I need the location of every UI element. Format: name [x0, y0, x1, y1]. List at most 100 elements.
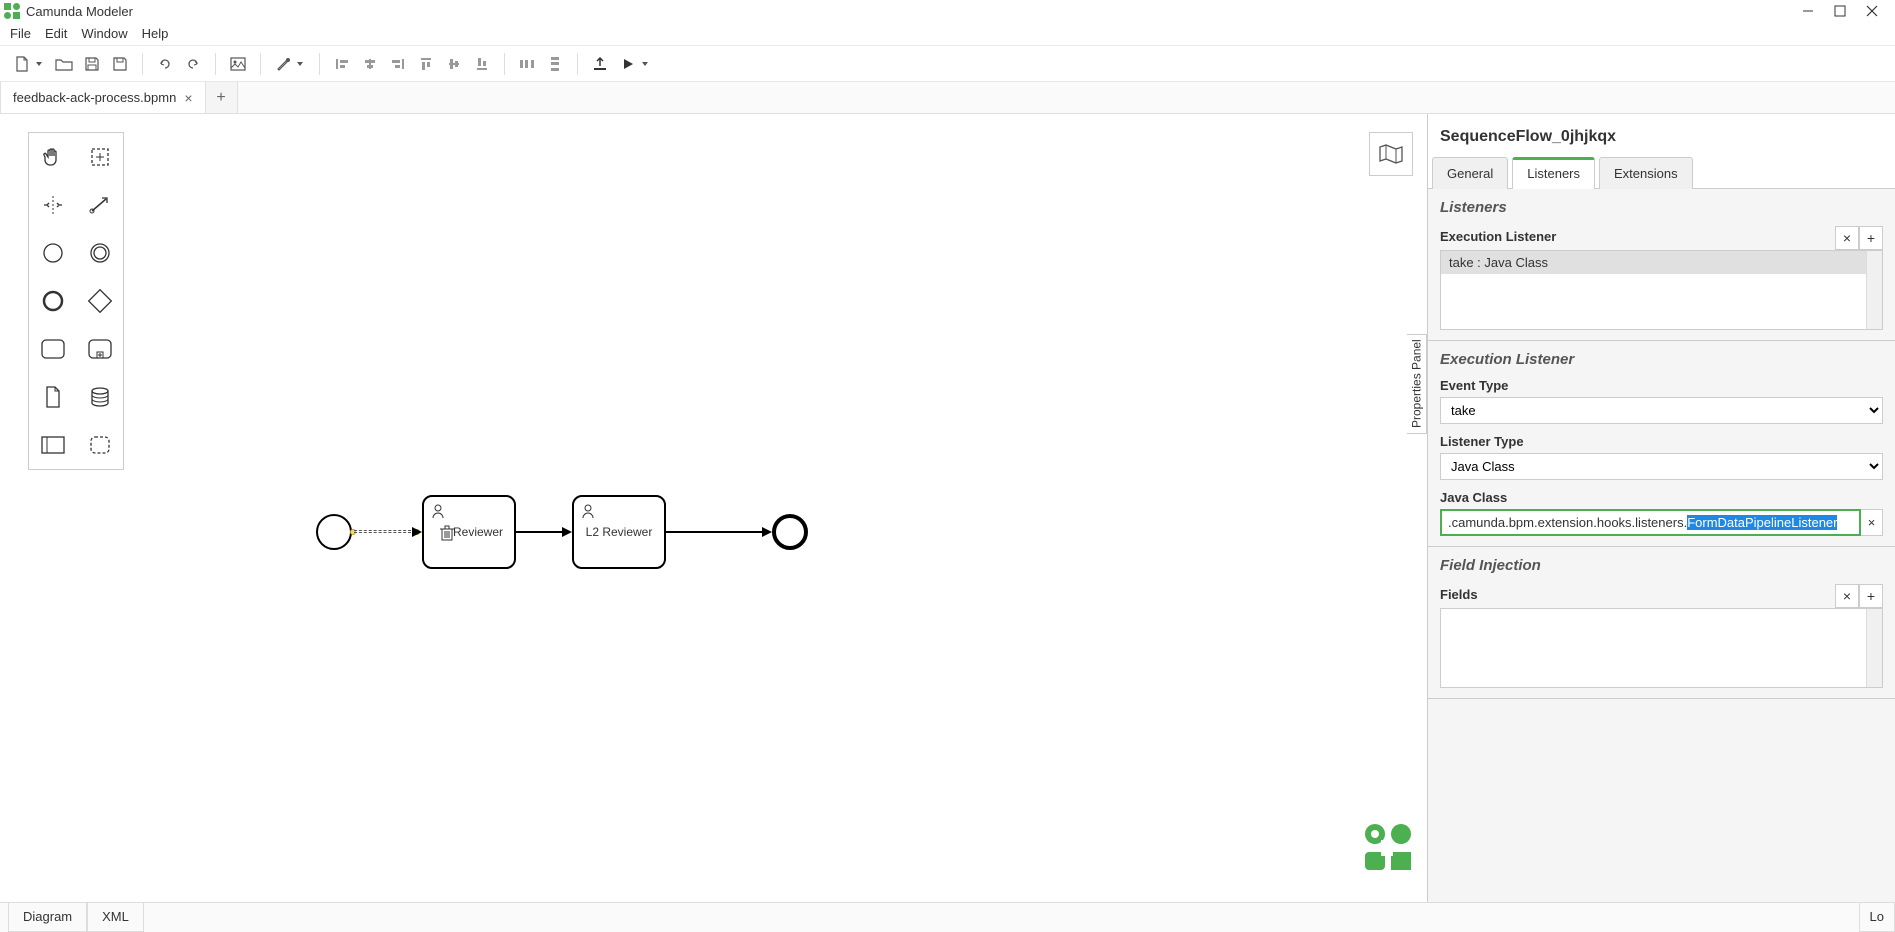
align-top-button[interactable] [414, 52, 438, 76]
section-title: Field Injection [1440, 557, 1883, 574]
hand-tool[interactable] [29, 133, 76, 181]
event-type-label: Event Type [1440, 378, 1883, 393]
lasso-tool[interactable] [76, 133, 123, 181]
sequence-flow[interactable] [666, 531, 766, 533]
new-file-button[interactable] [10, 52, 34, 76]
section-execution-listener: Execution Listener Event Type take Liste… [1428, 341, 1895, 547]
props-tabs: General Listeners Extensions [1428, 156, 1895, 189]
toolbar [0, 46, 1895, 82]
task-reviewer[interactable]: Reviewer [422, 495, 516, 569]
start-event[interactable] [316, 514, 352, 550]
fields-list[interactable] [1440, 608, 1883, 688]
task-l2-reviewer[interactable]: L2 Reviewer [572, 495, 666, 569]
align-center-button[interactable] [358, 52, 382, 76]
image-button[interactable] [226, 52, 250, 76]
minimap-button[interactable] [1369, 132, 1413, 176]
open-button[interactable] [52, 52, 76, 76]
add-listener-button[interactable]: + [1859, 226, 1883, 250]
arrow-icon [412, 527, 422, 537]
sequence-flow[interactable] [516, 531, 566, 533]
task-label: Reviewer [453, 525, 503, 539]
minimize-button[interactable] [1801, 4, 1815, 18]
add-field-button[interactable]: + [1859, 584, 1883, 608]
java-class-label: Java Class [1440, 490, 1883, 505]
dist-horizontal-button[interactable] [515, 52, 539, 76]
group-tool[interactable] [76, 421, 123, 469]
save-button[interactable] [80, 52, 104, 76]
align-bottom-button[interactable] [470, 52, 494, 76]
intermediate-event-tool[interactable] [76, 229, 123, 277]
scrollbar[interactable] [1866, 609, 1882, 687]
section-title: Execution Listener [1440, 351, 1883, 368]
save-as-button[interactable] [108, 52, 132, 76]
user-icon [580, 503, 596, 519]
listener-list[interactable]: take : Java Class [1440, 250, 1883, 330]
menubar: File Edit Window Help [0, 22, 1895, 46]
event-type-select[interactable]: take [1440, 397, 1883, 424]
props-element-id: SequenceFlow_0jhjkqx [1428, 114, 1895, 156]
align-left-button[interactable] [330, 52, 354, 76]
remove-listener-button[interactable]: × [1835, 226, 1859, 250]
color-button[interactable] [271, 52, 295, 76]
align-right-button[interactable] [386, 52, 410, 76]
listener-type-label: Listener Type [1440, 434, 1883, 449]
camunda-logo [1361, 822, 1413, 874]
app-title: Camunda Modeler [26, 4, 133, 19]
palette [28, 132, 124, 470]
user-icon [430, 503, 446, 519]
execution-listener-label: Execution Listener [1440, 229, 1835, 244]
listener-item[interactable]: take : Java Class [1441, 251, 1882, 274]
tab-extensions[interactable]: Extensions [1599, 157, 1693, 189]
undo-button[interactable] [153, 52, 177, 76]
participant-tool[interactable] [29, 421, 76, 469]
arrow-icon [762, 527, 772, 537]
java-class-input[interactable]: .camunda.bpm.extension.hooks.listeners.F… [1440, 509, 1861, 536]
tabbar: feedback-ack-process.bpmn × + [0, 82, 1895, 114]
tab-close-icon[interactable]: × [184, 90, 192, 106]
dataobject-tool[interactable] [29, 373, 76, 421]
props-panel-toggle[interactable]: Properties Panel [1407, 334, 1427, 434]
subprocess-tool[interactable] [76, 325, 123, 373]
tab-listeners[interactable]: Listeners [1512, 157, 1595, 189]
maximize-button[interactable] [1833, 4, 1847, 18]
bottom-tabs: Diagram XML Lo [0, 902, 1895, 932]
start-event-tool[interactable] [29, 229, 76, 277]
end-event-tool[interactable] [29, 277, 76, 325]
tab-general[interactable]: General [1432, 157, 1508, 189]
fields-label: Fields [1440, 587, 1835, 602]
menu-edit[interactable]: Edit [45, 26, 67, 41]
dist-vertical-button[interactable] [543, 52, 567, 76]
remove-field-button[interactable]: × [1835, 584, 1859, 608]
close-button[interactable] [1865, 4, 1879, 18]
sequence-flow-selected[interactable] [354, 530, 416, 533]
gateway-tool[interactable] [76, 277, 123, 325]
datastore-tool[interactable] [76, 373, 123, 421]
canvas[interactable]: Reviewer L2 Reviewer Properties Panel [0, 114, 1427, 902]
global-connect-tool[interactable] [76, 181, 123, 229]
arrow-icon [562, 527, 572, 537]
menu-help[interactable]: Help [142, 26, 169, 41]
properties-panel: SequenceFlow_0jhjkqx General Listeners E… [1427, 114, 1895, 902]
align-middle-button[interactable] [442, 52, 466, 76]
section-field-injection: Field Injection Fields × + [1428, 547, 1895, 699]
tab-label: feedback-ack-process.bpmn [13, 90, 176, 105]
menu-file[interactable]: File [10, 26, 31, 41]
deploy-button[interactable] [588, 52, 612, 76]
new-tab-button[interactable]: + [206, 82, 238, 113]
end-event[interactable] [772, 514, 808, 550]
section-listeners: Listeners Execution Listener × + take : … [1428, 189, 1895, 341]
run-button[interactable] [616, 52, 640, 76]
task-tool[interactable] [29, 325, 76, 373]
section-title: Listeners [1440, 199, 1883, 216]
file-tab[interactable]: feedback-ack-process.bpmn × [0, 82, 206, 113]
space-tool[interactable] [29, 181, 76, 229]
app-icon [4, 3, 20, 19]
clear-java-class-button[interactable]: × [1861, 509, 1883, 536]
redo-button[interactable] [181, 52, 205, 76]
task-label: L2 Reviewer [586, 525, 653, 539]
titlebar: Camunda Modeler [0, 0, 1895, 22]
menu-window[interactable]: Window [81, 26, 127, 41]
trash-icon [440, 525, 454, 541]
listener-type-select[interactable]: Java Class [1440, 453, 1883, 480]
scrollbar[interactable] [1866, 251, 1882, 329]
